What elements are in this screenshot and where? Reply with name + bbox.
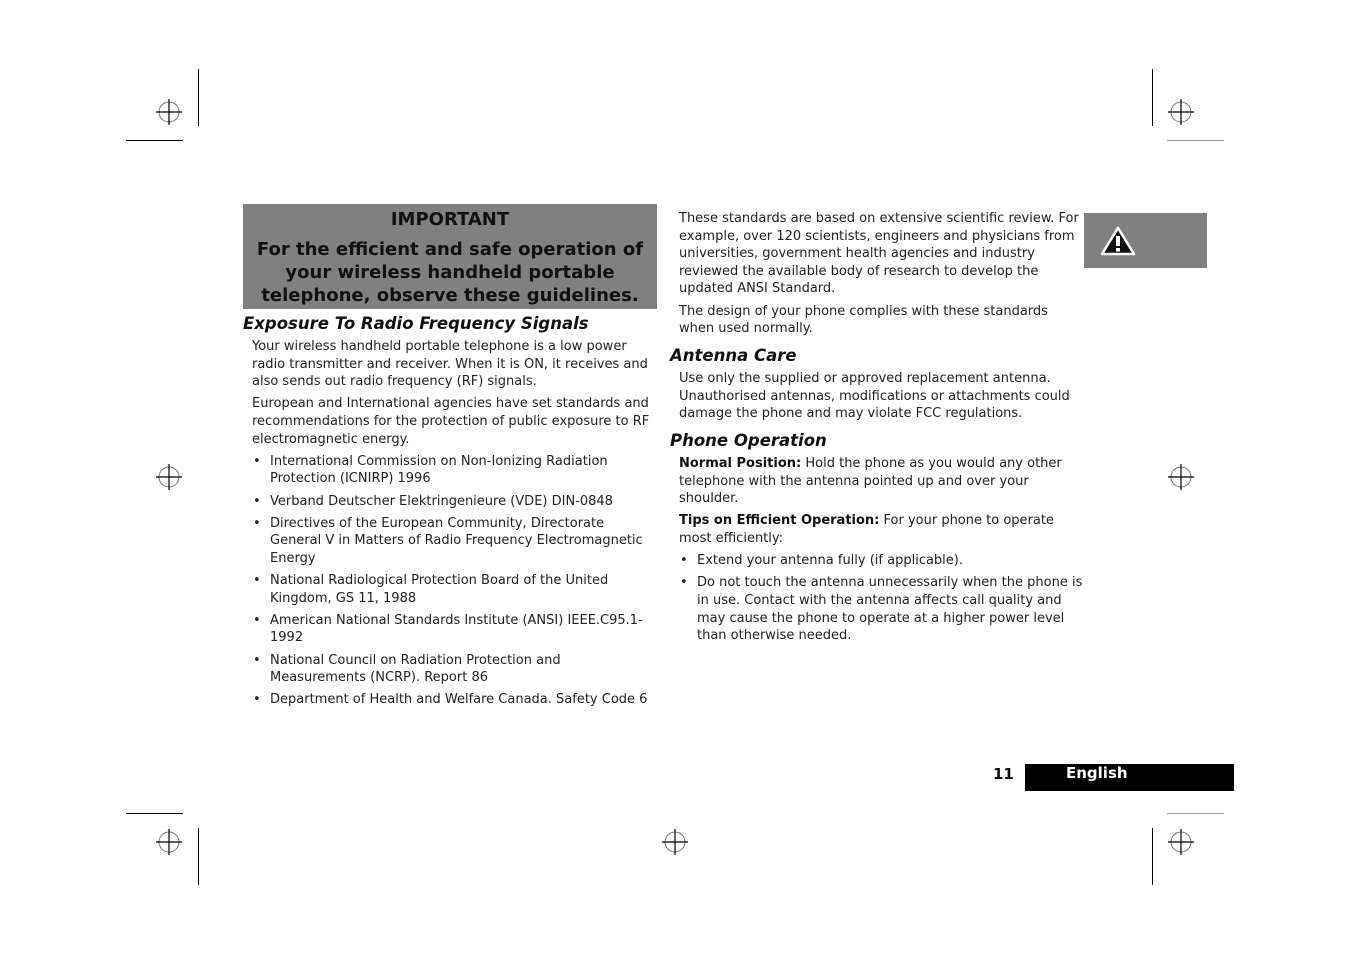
- normal-position-paragraph: Normal Position: Hold the phone as you w…: [679, 455, 1084, 508]
- paragraph: The design of your phone complies with t…: [679, 303, 1048, 337]
- list-item: Department of Health and Welfare Canada.…: [252, 691, 657, 709]
- important-title: IMPORTANT: [390, 209, 510, 230]
- crop-mark-top-right-vertical: [1152, 69, 1153, 126]
- list-item: International Commission on Non-Ionizing…: [252, 453, 657, 488]
- antenna-care-text: Use only the supplied or approved replac…: [679, 370, 1079, 427]
- crop-mark-bottom-left-horizontal: [126, 813, 183, 814]
- registration-mark-icon: [1168, 99, 1194, 125]
- list-item: Do not touch the antenna unnecessarily w…: [679, 574, 1084, 644]
- tips-list: Extend your antenna fully (if applicable…: [679, 552, 1084, 645]
- crop-mark-top-right-horizontal: [1167, 140, 1224, 141]
- list-item: Directives of the European Community, Di…: [252, 515, 657, 568]
- registration-mark-icon: [1168, 829, 1194, 855]
- paragraph: European and International agencies have…: [252, 396, 650, 447]
- registration-mark-icon: [156, 464, 182, 490]
- crop-mark-bottom-left-vertical: [198, 828, 199, 885]
- list-item: National Radiological Protection Board o…: [252, 572, 657, 607]
- paragraph: These standards are based on extensive s…: [679, 211, 1079, 297]
- section-heading-antenna-care: Antenna Care: [670, 346, 797, 365]
- tips-label: Tips on Efficient Operation:: [679, 513, 880, 529]
- list-item: American National Standards Institute (A…: [252, 612, 657, 647]
- list-item: Extend your antenna fully (if applicable…: [679, 552, 1084, 570]
- crop-mark-bottom-right-vertical: [1152, 828, 1153, 885]
- language-label: English: [1066, 764, 1128, 782]
- paragraph: Use only the supplied or approved replac…: [679, 371, 1070, 422]
- registration-mark-icon: [662, 829, 688, 855]
- list-item: Verband Deutscher Elektringenieure (VDE)…: [252, 493, 657, 511]
- standards-list: International Commission on Non-Ionizing…: [252, 453, 657, 709]
- registration-mark-icon: [156, 99, 182, 125]
- registration-mark-icon: [1168, 464, 1194, 490]
- normal-position-label: Normal Position:: [679, 456, 802, 471]
- section-heading-phone-operation: Phone Operation: [670, 431, 827, 450]
- page-number: 11: [993, 765, 1014, 783]
- crop-mark-bottom-right-horizontal: [1167, 813, 1224, 814]
- crop-mark-top-left-vertical: [198, 69, 199, 126]
- phone-operation-text: Normal Position: Hold the phone as you w…: [679, 455, 1084, 649]
- warning-icon: [1100, 226, 1136, 256]
- section-heading-rf-exposure: Exposure To Radio Frequency Signals: [243, 314, 589, 333]
- important-notice-box: IMPORTANT For the efficient and safe ope…: [243, 204, 657, 309]
- paragraph: Your wireless handheld portable telephon…: [252, 339, 648, 390]
- tips-paragraph: Tips on Efficient Operation: For your ph…: [679, 512, 1084, 547]
- rf-exposure-text: Your wireless handheld portable telephon…: [252, 338, 657, 714]
- crop-mark-top-left-horizontal: [126, 140, 183, 141]
- standards-review-text: These standards are based on extensive s…: [679, 210, 1079, 342]
- safety-section-tab: [1084, 213, 1207, 268]
- list-item: National Council on Radiation Protection…: [252, 652, 657, 687]
- language-bar: English: [1025, 764, 1234, 791]
- important-body: For the efficient and safe operation of …: [256, 239, 644, 306]
- registration-mark-icon: [156, 829, 182, 855]
